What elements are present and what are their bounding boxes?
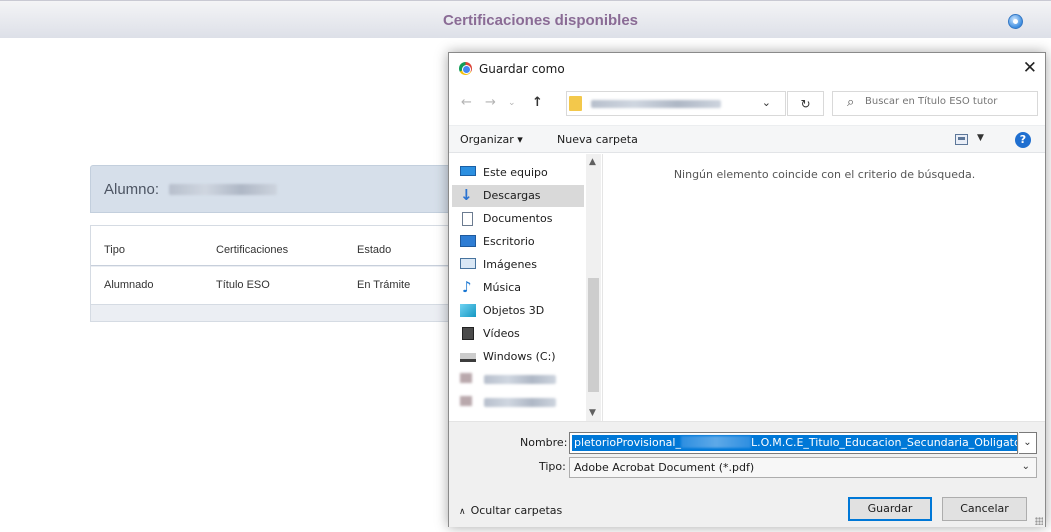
drive-icon	[460, 353, 476, 362]
student-panel: Alumno:	[90, 165, 455, 213]
file-list-pane[interactable]: Ningún elemento coincide con el criterio…	[602, 154, 1046, 421]
close-icon[interactable]: ✕	[1023, 58, 1037, 78]
save-as-dialog: Guardar como ✕ ← → ⌄ ↑ ⌄ ↻ ⌕ Organizar ▾…	[448, 52, 1046, 527]
refresh-button[interactable]: ↻	[787, 91, 824, 116]
drive-icon	[460, 396, 472, 406]
cancel-button[interactable]: Cancelar	[942, 497, 1027, 521]
dialog-toolbar: Organizar ▾ Nueva carpeta ▼ ?	[449, 125, 1045, 153]
filename-selected-text: pletorioProvisional_ L.O.M.C.E_Titulo_Edu…	[572, 435, 1018, 451]
search-icon: ⌕	[847, 95, 855, 110]
nav-item-label-redacted	[484, 375, 556, 384]
scroll-up-arrow-icon[interactable]: ▲	[589, 157, 596, 167]
filename-input[interactable]: pletorioProvisional_ L.O.M.C.E_Titulo_Edu…	[569, 432, 1018, 454]
filename-dropdown-icon[interactable]: ⌄	[1019, 432, 1037, 454]
scrollbar-thumb[interactable]	[588, 278, 599, 392]
new-folder-button[interactable]: Nueva carpeta	[557, 133, 638, 146]
objects-3d-icon	[460, 304, 476, 317]
nav-item-imagenes[interactable]: Imágenes	[452, 254, 584, 276]
address-path-redacted	[591, 100, 721, 108]
nav-item-label: Música	[483, 281, 522, 294]
filetype-label: Tipo:	[539, 460, 566, 473]
filename-start: pletorioProvisional_	[574, 436, 681, 449]
student-name-redacted	[169, 184, 278, 195]
hide-folders-label: Ocultar carpetas	[470, 504, 563, 517]
col-header-tipo: Tipo	[104, 244, 125, 256]
hide-folders-toggle[interactable]: ∧ Ocultar carpetas	[459, 504, 562, 517]
organize-button[interactable]: Organizar ▾	[460, 133, 523, 146]
nav-item-label-redacted	[484, 398, 556, 407]
nav-item-documentos[interactable]: Documentos	[452, 208, 584, 230]
view-options-icon[interactable]	[955, 134, 968, 145]
student-label: Alumno:	[104, 181, 278, 198]
nav-item-label: Descargas	[483, 189, 541, 202]
filename-label: Nombre:	[520, 436, 568, 449]
col-header-estado: Estado	[357, 244, 392, 256]
downloads-icon: ↓	[460, 186, 473, 204]
page-header: Certificaciones disponibles	[0, 0, 1051, 38]
back-arrow-icon[interactable]: ←	[461, 95, 472, 110]
pictures-icon	[460, 258, 476, 269]
nav-item-redacted[interactable]	[452, 392, 584, 414]
search-box[interactable]: ⌕	[832, 91, 1038, 116]
nav-item-videos[interactable]: Vídeos	[452, 323, 584, 345]
search-input[interactable]	[865, 96, 1033, 107]
help-icon[interactable]: ?	[1015, 132, 1031, 148]
desktop-icon	[460, 235, 476, 247]
nav-item-label: Objetos 3D	[483, 304, 545, 317]
col-header-certificaciones: Certificaciones	[216, 244, 289, 256]
nav-item-windows-c[interactable]: Windows (C:)	[452, 346, 584, 368]
recent-locations-chevron-icon[interactable]: ⌄	[508, 98, 516, 108]
nav-item-label: Vídeos	[483, 327, 520, 340]
caret-up-icon: ∧	[459, 507, 466, 517]
nav-item-label: Imágenes	[483, 258, 537, 271]
folder-icon	[569, 96, 582, 111]
dialog-titlebar[interactable]: Guardar como ✕	[449, 53, 1045, 83]
navigation-scrollbar[interactable]: ▲ ▼	[586, 154, 601, 421]
filename-redacted	[680, 436, 751, 448]
table-header: Tipo Certificaciones Estado	[91, 226, 455, 266]
up-arrow-icon[interactable]: ↑	[532, 95, 543, 110]
cell-estado: En Trámite	[357, 279, 411, 291]
navigation-bar: ← → ⌄ ↑ ⌄ ↻ ⌕	[449, 89, 1045, 119]
scroll-down-arrow-icon[interactable]: ▼	[589, 408, 596, 418]
nav-item-label: Este equipo	[483, 166, 548, 179]
filetype-select[interactable]: Adobe Acrobat Document (*.pdf) ⌄	[569, 457, 1037, 478]
nav-item-musica[interactable]: ♪ Música	[452, 277, 584, 299]
cell-certificacion: Título ESO	[216, 279, 270, 291]
documents-icon	[462, 212, 473, 226]
chrome-icon	[459, 62, 472, 75]
address-bar[interactable]: ⌄	[566, 91, 786, 116]
nav-item-label: Windows (C:)	[483, 350, 556, 363]
address-dropdown-icon[interactable]: ⌄	[762, 96, 771, 109]
table-row[interactable]: Alumnado Título ESO En Trámite	[91, 267, 455, 305]
navigation-pane: Este equipo ↓ Descargas Documentos Escri…	[449, 154, 602, 421]
student-label-text: Alumno:	[104, 181, 160, 198]
save-button[interactable]: Guardar	[848, 497, 932, 521]
header-action-icon[interactable]	[1008, 14, 1023, 29]
resize-grip-icon[interactable]	[1035, 517, 1043, 525]
view-options-chevron-icon[interactable]: ▼	[977, 133, 984, 143]
nav-item-descargas[interactable]: ↓ Descargas	[452, 185, 584, 207]
nav-item-escritorio[interactable]: Escritorio	[452, 231, 584, 253]
filename-end: L.O.M.C.E_Titulo_Educacion_Secundaria_Ob…	[750, 436, 1018, 449]
forward-arrow-icon[interactable]: →	[485, 95, 496, 110]
filetype-value: Adobe Acrobat Document (*.pdf)	[574, 461, 755, 474]
save-options-area: Nombre: pletorioProvisional_ L.O.M.C.E_Ti…	[449, 421, 1045, 527]
dialog-title: Guardar como	[479, 62, 565, 76]
nav-item-este-equipo[interactable]: Este equipo	[452, 162, 584, 184]
certifications-table: Tipo Certificaciones Estado Alumnado Tít…	[90, 225, 455, 322]
nav-item-label: Escritorio	[483, 235, 535, 248]
nav-item-label: Documentos	[483, 212, 553, 225]
music-icon: ♪	[462, 278, 472, 296]
drive-icon	[460, 373, 472, 383]
empty-results-message: Ningún elemento coincide con el criterio…	[673, 168, 976, 181]
filetype-dropdown-icon: ⌄	[1021, 461, 1030, 472]
nav-item-objetos-3d[interactable]: Objetos 3D	[452, 300, 584, 322]
page-title: Certificaciones disponibles	[442, 12, 639, 29]
cell-tipo: Alumnado	[104, 279, 154, 291]
computer-icon	[460, 166, 476, 176]
videos-icon	[462, 327, 474, 340]
nav-item-redacted[interactable]	[452, 369, 584, 391]
